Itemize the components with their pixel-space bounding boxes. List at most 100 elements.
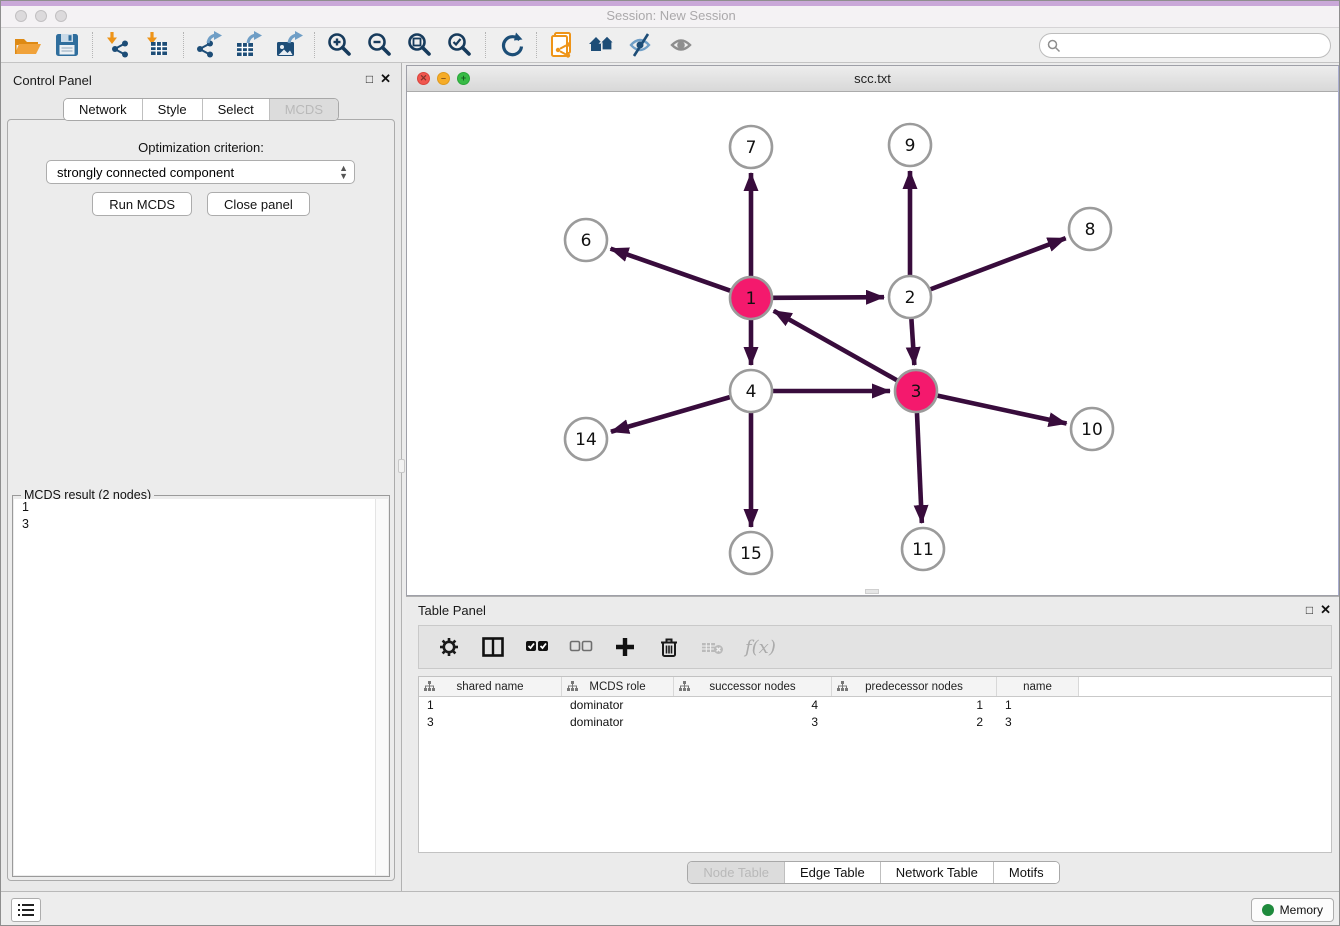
open-session-button[interactable] [7, 29, 47, 61]
cell-predecessor-nodes[interactable]: 2 [832, 714, 997, 731]
export-image-button[interactable] [269, 29, 309, 61]
dropdown-value: strongly connected component [57, 165, 234, 180]
zoom-out-button[interactable] [360, 29, 400, 61]
node-9[interactable]: 9 [889, 124, 931, 166]
cell-successor-nodes[interactable]: 4 [674, 697, 832, 714]
column-header-MCDS-role[interactable]: MCDS role [562, 677, 674, 696]
cell-shared-name[interactable]: 1 [419, 697, 562, 714]
apply-layout-button[interactable] [491, 29, 531, 61]
node-3[interactable]: 3 [895, 370, 937, 412]
result-scrollbar[interactable] [375, 499, 388, 875]
table-row[interactable]: 1dominator411 [419, 697, 1331, 714]
cell-name[interactable]: 3 [997, 714, 1079, 731]
float-table-panel-icon[interactable]: □ [1306, 603, 1313, 617]
column-header-predecessor-nodes[interactable]: predecessor nodes [832, 677, 997, 696]
hide-selected-button[interactable] [622, 29, 662, 61]
delete-row-button[interactable] [657, 632, 681, 662]
edge-3-11[interactable] [917, 413, 922, 523]
node-7[interactable]: 7 [730, 126, 772, 168]
run-mcds-button[interactable]: Run MCDS [92, 192, 192, 216]
gear-icon [437, 635, 461, 659]
gear-button[interactable] [437, 632, 461, 662]
cell-shared-name[interactable]: 3 [419, 714, 562, 731]
node-15[interactable]: 15 [730, 532, 772, 574]
select-none-button[interactable] [569, 632, 593, 662]
edge-2-3[interactable] [911, 319, 914, 365]
mcds-result-item[interactable]: 1 [14, 499, 388, 516]
tab-mcds[interactable]: MCDS [270, 99, 338, 120]
table-tab-edge-table[interactable]: Edge Table [785, 862, 881, 883]
edge-3-10[interactable] [938, 396, 1067, 424]
tab-style[interactable]: Style [143, 99, 203, 120]
column-header-successor-nodes[interactable]: successor nodes [674, 677, 832, 696]
panel-divider-grip[interactable] [398, 459, 405, 473]
column-header-name[interactable]: name [997, 677, 1079, 696]
network-window-titlebar[interactable]: ✕ – + scc.txt [407, 66, 1338, 92]
table-tab-node-table[interactable]: Node Table [688, 862, 785, 883]
toolbar-separator [183, 32, 184, 58]
tab-network[interactable]: Network [64, 99, 143, 120]
task-list-icon [17, 903, 35, 917]
table-tab-motifs[interactable]: Motifs [994, 862, 1059, 883]
node-10[interactable]: 10 [1071, 408, 1113, 450]
cell-MCDS-role[interactable]: dominator [562, 714, 674, 731]
export-table-button[interactable] [229, 29, 269, 61]
node-label: 6 [581, 231, 592, 251]
mcds-result-list[interactable]: 13 [14, 499, 388, 875]
new-network-button[interactable] [542, 29, 582, 61]
cell-MCDS-role[interactable]: dominator [562, 697, 674, 714]
edge-1-2[interactable] [773, 297, 884, 298]
node-1[interactable]: 1 [730, 277, 772, 319]
edge-2-8[interactable] [931, 238, 1066, 289]
save-session-button[interactable] [47, 29, 87, 61]
import-network-button[interactable] [98, 29, 138, 61]
node-11[interactable]: 11 [902, 528, 944, 570]
control-panel-tabs: NetworkStyleSelectMCDS [1, 98, 401, 121]
column-header-shared-name[interactable]: shared name [419, 677, 562, 696]
import-table-button[interactable] [138, 29, 178, 61]
export-network-button[interactable] [189, 29, 229, 61]
cell-predecessor-nodes[interactable]: 1 [832, 697, 997, 714]
node-6[interactable]: 6 [565, 219, 607, 261]
zoom-fit-button[interactable] [400, 29, 440, 61]
node-8[interactable]: 8 [1069, 208, 1111, 250]
search-box[interactable] [1039, 33, 1331, 58]
columns-button[interactable] [481, 632, 505, 662]
first-neighbors-button[interactable] [582, 29, 622, 61]
toolbar-separator [314, 32, 315, 58]
columns-icon [481, 635, 505, 659]
edge-1-6[interactable] [611, 249, 731, 291]
network-graph[interactable]: 7 9 6 8 1 2 4 3 14 10 15 11 [407, 92, 1338, 595]
mcds-result-item[interactable]: 3 [14, 516, 388, 533]
table-panel-title: Table Panel [418, 603, 486, 618]
zoom-in-button[interactable] [320, 29, 360, 61]
edge-3-1[interactable] [774, 311, 897, 380]
canvas-resize-grip[interactable] [865, 589, 879, 594]
tab-group: NetworkStyleSelectMCDS [63, 98, 339, 121]
select-all-checked-button[interactable] [525, 632, 549, 662]
node-4[interactable]: 4 [730, 370, 772, 412]
zoom-selected-button[interactable] [440, 29, 480, 61]
table-row[interactable]: 3dominator323 [419, 714, 1331, 731]
close-panel-button[interactable]: Close panel [207, 192, 310, 216]
export-table-icon [235, 31, 263, 59]
node-14[interactable]: 14 [565, 418, 607, 460]
task-history-button[interactable] [11, 898, 41, 922]
cell-successor-nodes[interactable]: 3 [674, 714, 832, 731]
edge-4-14[interactable] [611, 397, 730, 432]
float-panel-icon[interactable]: □ [366, 72, 373, 86]
cell-name[interactable]: 1 [997, 697, 1079, 714]
optimization-criterion-dropdown[interactable]: strongly connected component ▲▼ [46, 160, 355, 184]
close-panel-icon[interactable]: ✕ [380, 71, 391, 87]
table-tab-network-table[interactable]: Network Table [881, 862, 994, 883]
memory-button[interactable]: Memory [1251, 898, 1334, 922]
tab-select[interactable]: Select [203, 99, 270, 120]
show-all-button[interactable] [662, 29, 702, 61]
column-label: name [1023, 681, 1052, 693]
network-canvas[interactable]: 7 9 6 8 1 2 4 3 14 10 15 11 [407, 92, 1338, 595]
search-input[interactable] [1066, 35, 1321, 56]
close-table-panel-icon[interactable]: ✕ [1320, 602, 1331, 618]
add-row-button[interactable] [613, 632, 637, 662]
optimization-criterion-label: Optimization criterion: [8, 140, 394, 155]
node-2[interactable]: 2 [889, 276, 931, 318]
